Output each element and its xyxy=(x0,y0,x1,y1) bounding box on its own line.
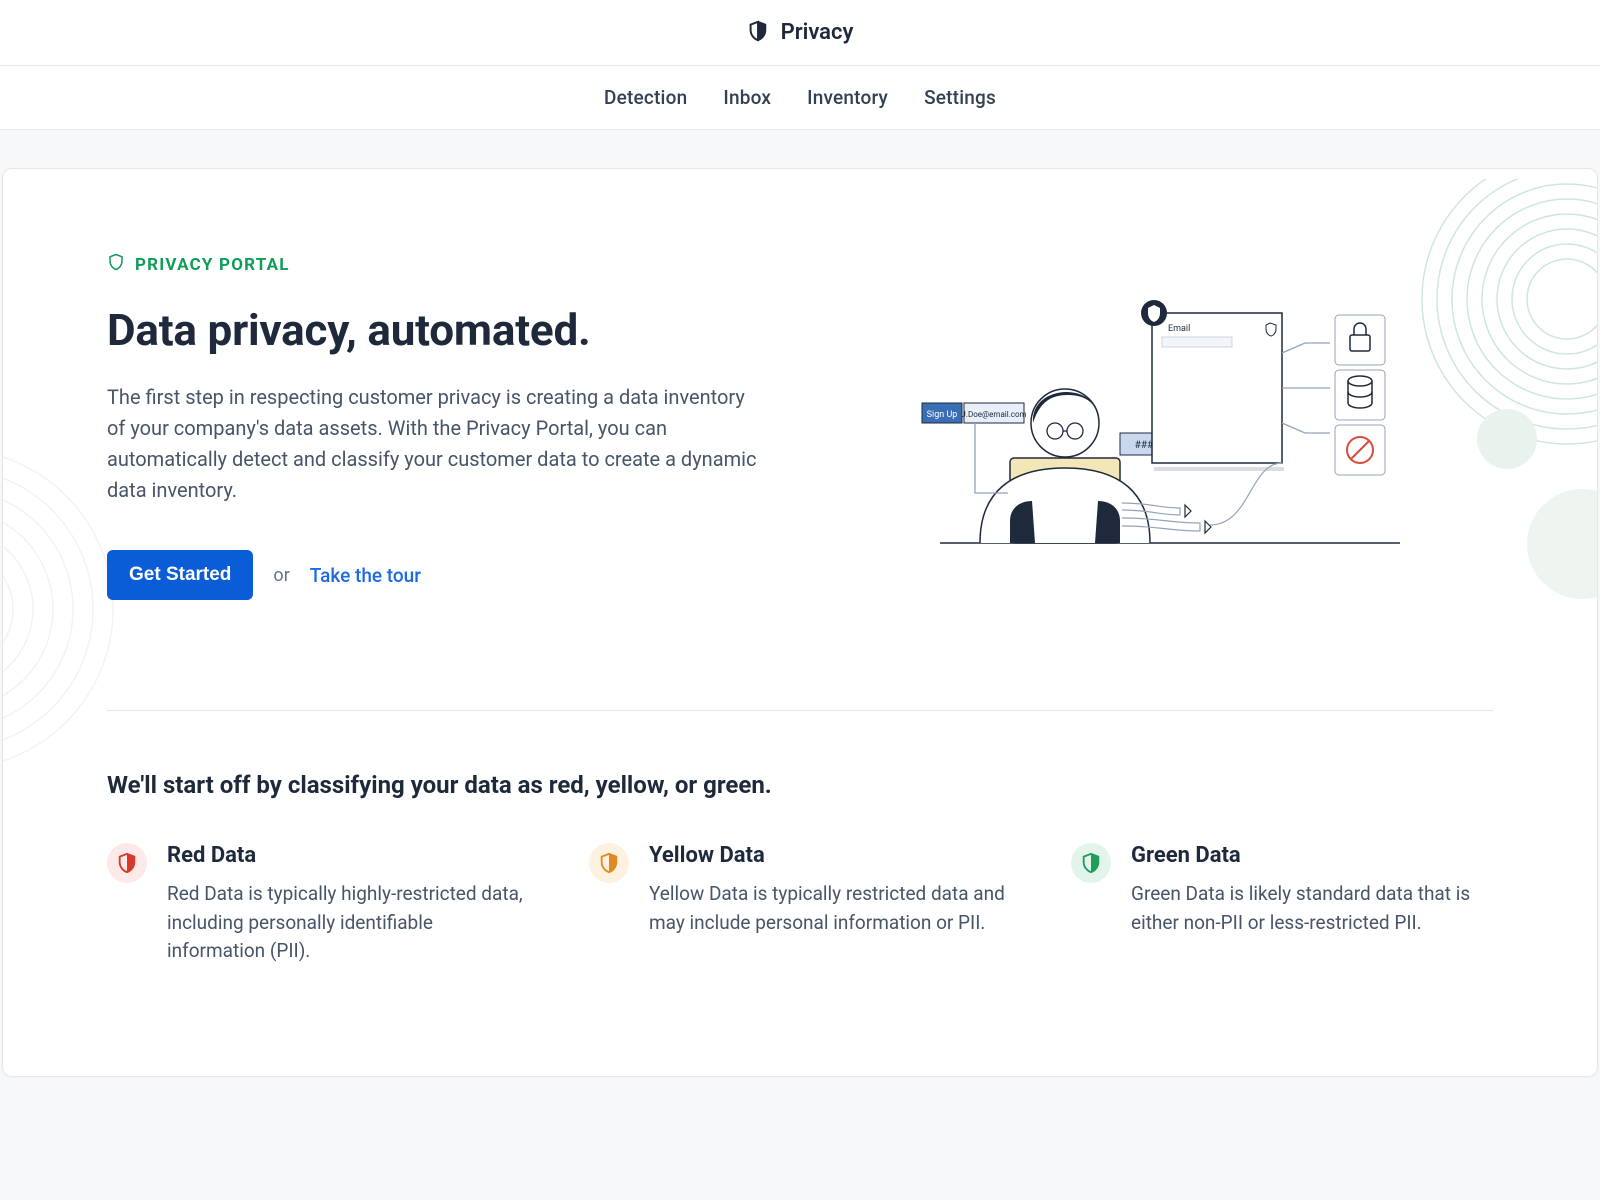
privacy-illustration: Sign Up J.Doe@email.com #### Email xyxy=(910,253,1430,553)
nav-inbox[interactable]: Inbox xyxy=(723,86,771,109)
green-data-title: Green Data xyxy=(1131,843,1491,868)
nav-detection[interactable]: Detection xyxy=(604,86,687,109)
divider xyxy=(107,710,1493,711)
shield-red-icon xyxy=(107,843,147,883)
green-data-desc: Green Data is likely standard data that … xyxy=(1131,880,1491,937)
hero-illustration: Sign Up J.Doe@email.com #### Email xyxy=(847,253,1493,553)
take-tour-link[interactable]: Take the tour xyxy=(310,564,421,587)
hero-description: The first step in respecting customer pr… xyxy=(107,382,767,506)
red-data-desc: Red Data is typically highly-restricted … xyxy=(167,880,527,966)
green-data-column: Green Data Green Data is likely standard… xyxy=(1071,843,1493,966)
svg-text:J.Doe@email.com: J.Doe@email.com xyxy=(961,410,1026,419)
topbar: Privacy xyxy=(0,0,1600,66)
or-text: or xyxy=(273,565,289,586)
page-title: Privacy xyxy=(781,20,854,45)
content-card: PRIVACY PORTAL Data privacy, automated. … xyxy=(2,168,1598,1077)
svg-text:Sign Up: Sign Up xyxy=(927,410,958,420)
red-data-column: Red Data Red Data is typically highly-re… xyxy=(107,843,529,966)
shield-green-icon xyxy=(1071,843,1111,883)
hero-eyebrow: PRIVACY PORTAL xyxy=(107,253,807,276)
get-started-button[interactable]: Get Started xyxy=(107,550,253,600)
main-nav: Detection Inbox Inventory Settings xyxy=(0,66,1600,130)
shield-icon xyxy=(747,20,769,46)
shield-outline-icon xyxy=(107,253,125,276)
yellow-data-column: Yellow Data Yellow Data is typically res… xyxy=(589,843,1011,966)
yellow-data-title: Yellow Data xyxy=(649,843,1009,868)
hero-title: Data privacy, automated. xyxy=(107,304,807,356)
red-data-title: Red Data xyxy=(167,843,527,868)
nav-inventory[interactable]: Inventory xyxy=(807,86,888,109)
shield-yellow-icon xyxy=(589,843,629,883)
yellow-data-desc: Yellow Data is typically restricted data… xyxy=(649,880,1009,937)
hero-eyebrow-text: PRIVACY PORTAL xyxy=(135,255,290,275)
nav-settings[interactable]: Settings xyxy=(924,86,996,109)
svg-text:Email: Email xyxy=(1168,324,1190,334)
deco-dot xyxy=(1527,489,1598,599)
classify-title: We'll start off by classifying your data… xyxy=(107,771,1493,799)
